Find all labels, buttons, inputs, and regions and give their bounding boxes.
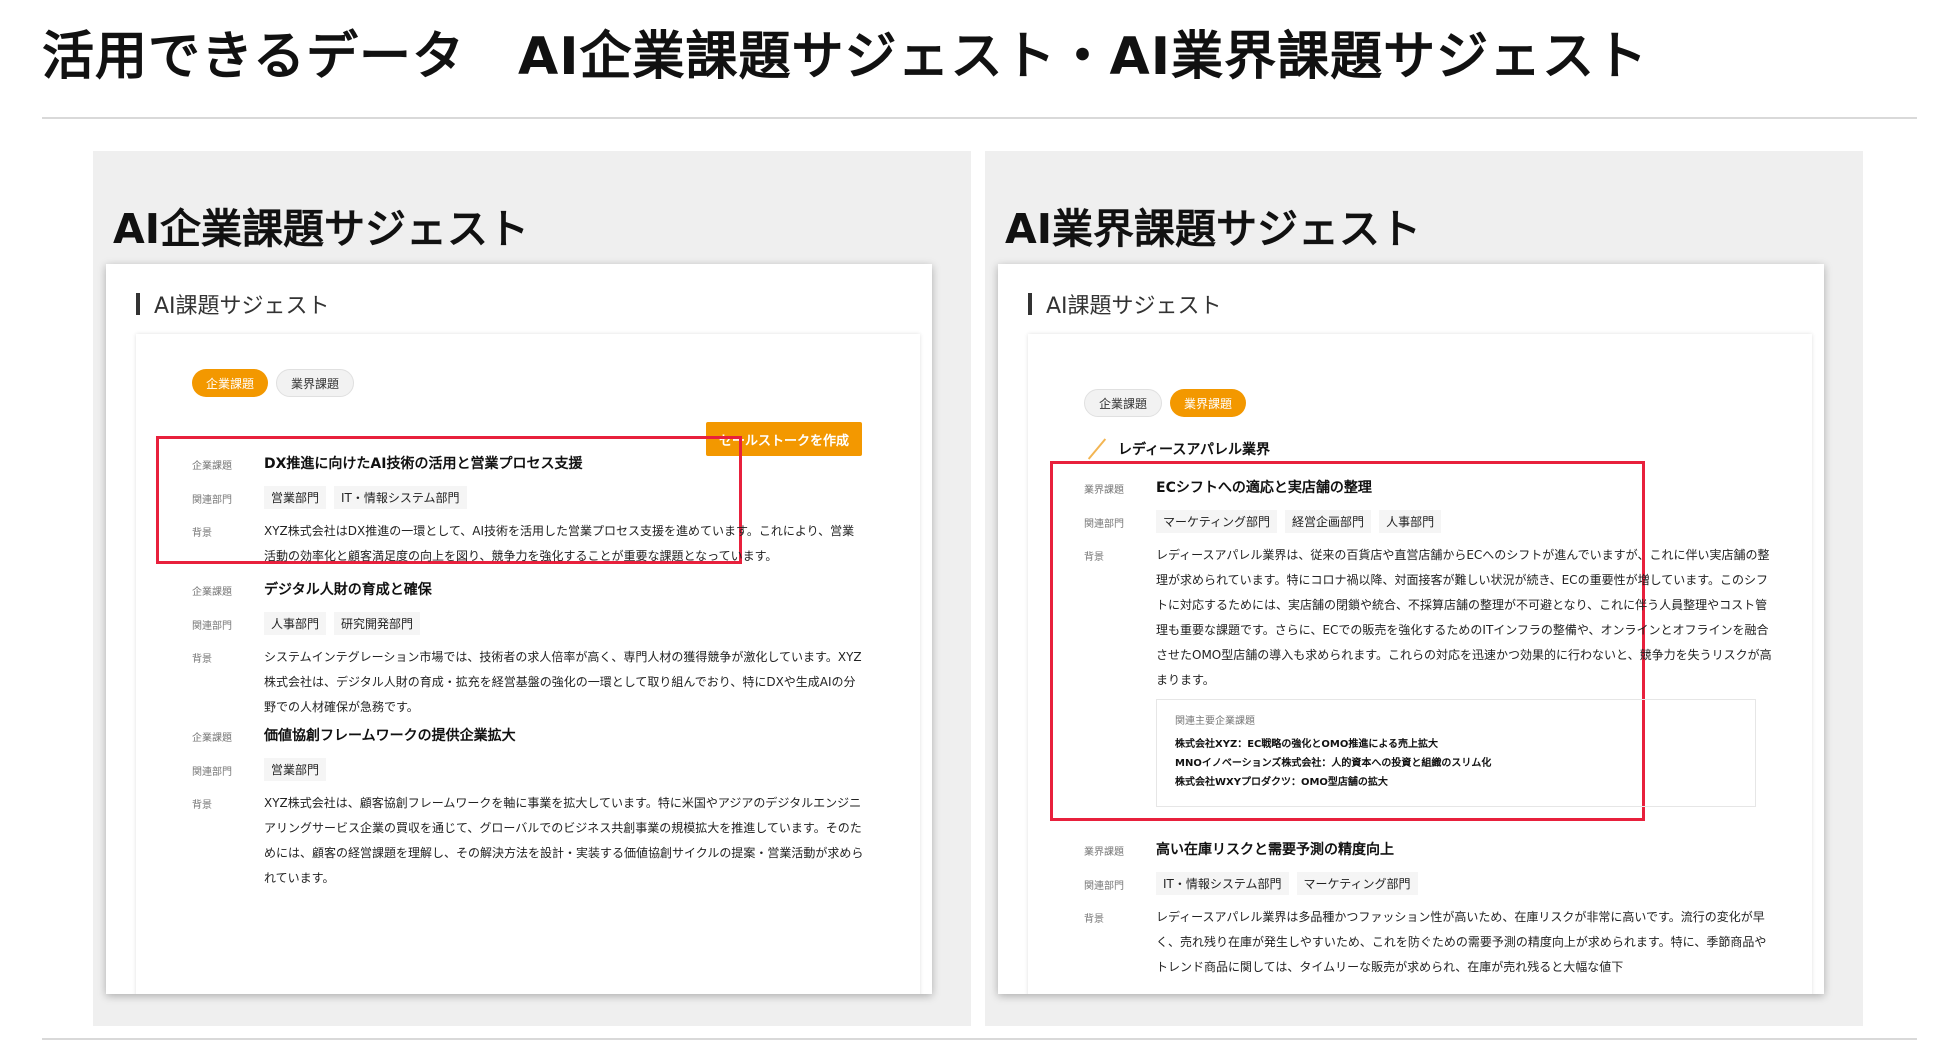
card-header: AI課題サジェスト (136, 288, 330, 320)
dept-label: 関連部門 (1084, 881, 1124, 892)
page-title: 活用できるデータ AI企業課題サジェスト・AI業界課題サジェスト (42, 27, 1649, 87)
issue-item: 企業課題 DX推進に向けたAI技術の活用と営業プロセス支援 関連部門 営業部門 IT… (192, 452, 912, 579)
dept-tag: 人事部門 (264, 612, 327, 635)
item-type-label: 企業課題 (192, 461, 232, 472)
dept-tag: マーケティング部門 (1296, 872, 1418, 895)
suggest-content: 企業課題 業界課題 セールストークを作成 企業課題 DX推進に向けたAI技術の活用… (136, 334, 920, 994)
background-label: 背景 (192, 654, 212, 665)
ai-suggest-card-company: AI課題サジェスト 企業課題 業界課題 セールストークを作成 企業課題 DX推進に… (106, 264, 932, 994)
item-type-label: 企業課題 (192, 587, 232, 598)
issue-item: 業界課題 ECシフトへの適応と実店舗の整理 関連部門 マーケティング部門 経営企画部… (1084, 476, 1804, 807)
issue-title[interactable]: ECシフトへの適応と実店舗の整理 (1156, 476, 1372, 500)
dept-label: 関連部門 (192, 621, 232, 632)
dept-tag: 研究開発部門 (334, 612, 421, 635)
issue-item: 業界課題 高い在庫リスクと需要予測の精度向上 関連部門 IT・情報システム部門 マー… (1084, 838, 1804, 990)
dept-label: 関連部門 (1084, 519, 1124, 530)
background-text: XYZ株式会社は、顧客協創フレームワークを軸に事業を拡大しています。特に米国やア… (264, 796, 864, 885)
card-title: AI課題サジェスト (154, 294, 330, 319)
header-bar-icon (1028, 293, 1032, 315)
related-item[interactable]: 株式会社XYZ：EC戦略の強化とOMO推進による売上拡大 (1175, 735, 1737, 754)
background-label: 背景 (192, 800, 212, 811)
panel-heading-company: AI企業課題サジェスト (113, 205, 529, 253)
background-text: XYZ株式会社はDX推進の一環として、AI技術を活用した営業プロセス支援を進めて… (264, 524, 855, 563)
related-item[interactable]: 株式会社WXYプロダクツ：OMO型店舗の拡大 (1175, 773, 1737, 792)
industry-name: レディースアパレル業界 (1086, 438, 1270, 460)
dept-tag: IT・情報システム部門 (334, 486, 467, 509)
tab-company-issue[interactable]: 企業課題 (1084, 389, 1163, 417)
related-item[interactable]: MNOイノベーションズ株式会社：人的資本への投資と組織のスリム化 (1175, 754, 1737, 773)
item-type-label: 業界課題 (1084, 485, 1124, 496)
issue-title[interactable]: 価値協創フレームワークの提供企業拡大 (264, 724, 516, 748)
card-header: AI課題サジェスト (1028, 288, 1222, 320)
issue-title[interactable]: DX推進に向けたAI技術の活用と営業プロセス支援 (264, 452, 582, 476)
tab-industry-issue[interactable]: 業界課題 (1170, 389, 1247, 417)
background-label: 背景 (192, 528, 212, 539)
issue-item: 企業課題 デジタル人財の育成と確保 関連部門 人事部門 研究開発部門 背景 システムイ… (192, 578, 912, 730)
industry-suggest-panel: AI業界課題サジェスト AI課題サジェスト 企業課題 業界課題 レディースアパレ… (985, 151, 1863, 1026)
background-text: レディースアパレル業界は、従来の百貨店や直営店舗からECへのシフトが進んでいます… (1156, 548, 1772, 687)
item-type-label: 企業課題 (192, 733, 232, 744)
dept-tag: 経営企画部門 (1285, 510, 1372, 533)
bottom-divider (42, 1038, 1917, 1040)
background-text: レディースアパレル業界は多品種かつファッション性が高いため、在庫リスクが非常に高… (1156, 910, 1767, 974)
background-label: 背景 (1084, 914, 1104, 925)
background-label: 背景 (1084, 552, 1104, 563)
tab-company-issue[interactable]: 企業課題 (192, 369, 269, 397)
related-company-issues: 関連主要企業課題 株式会社XYZ：EC戦略の強化とOMO推進による売上拡大 MN… (1156, 699, 1756, 807)
title-divider (42, 117, 1917, 119)
tab-industry-issue[interactable]: 業界課題 (276, 369, 355, 397)
issue-title[interactable]: 高い在庫リスクと需要予測の精度向上 (1156, 838, 1394, 862)
company-suggest-panel: AI企業課題サジェスト AI課題サジェスト 企業課題 業界課題 セールストークを… (93, 151, 971, 1026)
card-title: AI課題サジェスト (1046, 294, 1222, 319)
industry-label: レディースアパレル業界 (1118, 442, 1271, 458)
tab-group: 企業課題 業界課題 (1084, 389, 1247, 417)
panel-heading-industry: AI業界課題サジェスト (1005, 205, 1421, 253)
related-label: 関連主要企業課題 (1175, 716, 1255, 727)
tab-group: 企業課題 業界課題 (192, 369, 355, 397)
issue-title[interactable]: デジタル人財の育成と確保 (264, 578, 432, 602)
dept-label: 関連部門 (192, 767, 232, 778)
dept-tag: 営業部門 (264, 758, 327, 781)
dept-tag: マーケティング部門 (1156, 510, 1278, 533)
dept-label: 関連部門 (192, 495, 232, 506)
issue-item: 企業課題 価値協創フレームワークの提供企業拡大 関連部門 営業部門 背景 XYZ株式… (192, 724, 912, 901)
dept-tag: IT・情報システム部門 (1156, 872, 1289, 895)
item-type-label: 業界課題 (1084, 847, 1124, 858)
ai-suggest-card-industry: AI課題サジェスト 企業課題 業界課題 レディースアパレル業界 業界課題 ECシフ… (998, 264, 1824, 994)
dept-tag: 人事部門 (1379, 510, 1442, 533)
suggest-content: 企業課題 業界課題 レディースアパレル業界 業界課題 ECシフトへの適応と実店舗の… (1028, 334, 1812, 994)
header-bar-icon (136, 293, 140, 315)
background-text: システムインテグレーション市場では、技術者の求人倍率が高く、専門人材の獲得競争が… (264, 650, 862, 714)
dept-tag: 営業部門 (264, 486, 327, 509)
slash-icon (1086, 438, 1108, 460)
